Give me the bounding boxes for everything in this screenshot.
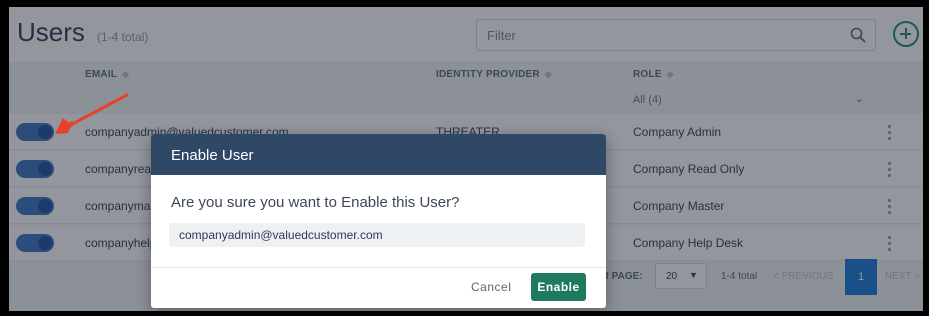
dialog-divider [151, 267, 606, 268]
enable-user-dialog: Enable User Are you sure you want to Ena… [151, 134, 606, 308]
dialog-header: Enable User [151, 134, 606, 175]
annotation-arrow-icon [55, 93, 129, 134]
enable-button[interactable]: Enable [531, 273, 586, 301]
dialog-question: Are you sure you want to Enable this Use… [171, 194, 460, 211]
dialog-email-value: companyadmin@valuedcustomer.com [179, 228, 383, 242]
app-window: Users (1-4 total) EMAIL◆ IDENTITY PROVID… [9, 7, 923, 311]
dialog-title: Enable User [171, 147, 254, 164]
cancel-button[interactable]: Cancel [471, 280, 511, 294]
dialog-email-field: companyadmin@valuedcustomer.com [169, 223, 585, 247]
